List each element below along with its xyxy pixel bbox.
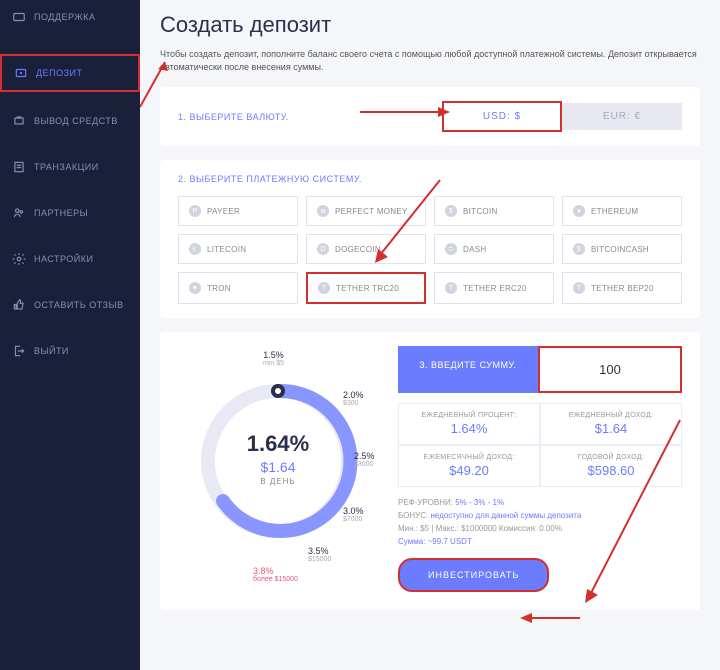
payment-icon: Ł <box>189 243 201 255</box>
payment-option[interactable]: T TETHER TRC20 <box>306 272 426 304</box>
payment-label: PAYEER <box>207 207 240 216</box>
payment-option[interactable]: ♥ TRON <box>178 272 298 304</box>
sidebar-item-withdraw[interactable]: ВЫВОД СРЕДСТВ <box>0 104 140 138</box>
payment-icon: ♦ <box>573 205 585 217</box>
deposit-details: РЕФ-УРОВНИ: 5% - 3% - 1% БОНУС: недоступ… <box>398 497 682 548</box>
stat-label: ЕЖЕДНЕВНЫЙ ПРОЦЕНТ: <box>407 412 531 419</box>
amount-label: 3. ВВЕДИТЕ СУММУ. <box>398 346 538 393</box>
payment-label: TETHER TRC20 <box>336 284 399 293</box>
payment-icon: $ <box>573 243 585 255</box>
sidebar-item-label: НАСТРОЙКИ <box>34 254 94 264</box>
payment-label: TRON <box>207 284 231 293</box>
thumbs-up-icon <box>12 298 26 312</box>
payment-option[interactable]: $ BITCOIN <box>434 196 554 226</box>
amount-input[interactable]: 100 <box>538 346 682 393</box>
payment-option[interactable]: ♦ ETHEREUM <box>562 196 682 226</box>
stat-label: ЕЖЕМЕСЯЧНЫЙ ДОХОД: <box>407 454 531 461</box>
transactions-icon <box>12 160 26 174</box>
payment-label: BITCOINCASH <box>591 245 649 254</box>
payment-option[interactable]: $ BITCOINCASH <box>562 234 682 264</box>
payment-icon: D <box>317 243 329 255</box>
payment-icon: T <box>318 282 330 294</box>
payment-icon: ♥ <box>189 282 201 294</box>
dial-tick: 3.8%более $15000 <box>253 566 298 583</box>
invest-button[interactable]: ИНВЕСТИРОВАТЬ <box>398 558 549 592</box>
payment-option[interactable]: м PERFECT MONEY <box>306 196 426 226</box>
sidebar-item-transactions[interactable]: ТРАНЗАКЦИИ <box>0 150 140 184</box>
page-description: Чтобы создать депозит, пополните баланс … <box>160 48 700 73</box>
payment-icon: T <box>573 282 585 294</box>
sidebar-item-logout[interactable]: ВЫЙТИ <box>0 334 140 368</box>
stat-cell: ЕЖЕДНЕВНЫЙ ДОХОД: $1.64 <box>540 403 682 445</box>
dial-tick: 3.0%$7000 <box>343 506 364 523</box>
sidebar-item-review[interactable]: ОСТАВИТЬ ОТЗЫВ <box>0 288 140 322</box>
withdraw-icon <box>12 114 26 128</box>
payment-label: TETHER ERC20 <box>463 284 527 293</box>
currency-usd-button[interactable]: USD: $ <box>442 101 562 132</box>
dial-tick: 2.0%$300 <box>343 390 364 407</box>
stat-cell: ЕЖЕДНЕВНЫЙ ПРОЦЕНТ: 1.64% <box>398 403 540 445</box>
payment-label: ETHEREUM <box>591 207 638 216</box>
payment-label: BITCOIN <box>463 207 498 216</box>
payment-label: DOGECOIN <box>335 245 381 254</box>
dial-amount: $1.64 <box>218 459 338 475</box>
dial-tick: 3.5%$15000 <box>308 546 331 563</box>
payment-icon: м <box>317 205 329 217</box>
sidebar-item-label: ПОДДЕРЖКА <box>34 12 95 22</box>
sidebar-item-deposit[interactable]: ДЕПОЗИТ <box>0 54 140 92</box>
stat-label: ЕЖЕДНЕВНЫЙ ДОХОД: <box>549 412 673 419</box>
payment-label: PERFECT MONEY <box>335 207 408 216</box>
payment-option[interactable]: T TETHER ERC20 <box>434 272 554 304</box>
dial-period: В ДЕНЬ <box>218 477 338 486</box>
stat-cell: ГОДОВОЙ ДОХОД: $598.60 <box>540 445 682 487</box>
stat-value: $1.64 <box>549 421 673 436</box>
support-icon <box>12 10 26 24</box>
stat-cell: ЕЖЕМЕСЯЧНЫЙ ДОХОД: $49.20 <box>398 445 540 487</box>
payment-label: LITECOIN <box>207 245 246 254</box>
payment-icon: $ <box>445 205 457 217</box>
deposit-icon <box>14 66 28 80</box>
payment-option[interactable]: Ł LITECOIN <box>178 234 298 264</box>
stat-label: ГОДОВОЙ ДОХОД: <box>549 454 673 461</box>
sidebar-item-label: ОСТАВИТЬ ОТЗЫВ <box>34 300 124 310</box>
stats-column: 3. ВВЕДИТЕ СУММУ. 100 ЕЖЕДНЕВНЫЙ ПРОЦЕНТ… <box>398 346 682 596</box>
currency-card: 1. ВЫБЕРИТЕ ВАЛЮТУ. USD: $ EUR: € <box>160 87 700 146</box>
partners-icon <box>12 206 26 220</box>
sidebar-item-support[interactable]: ПОДДЕРЖКА <box>0 0 140 34</box>
payment-icon: P <box>189 205 201 217</box>
currency-label: 1. ВЫБЕРИТЕ ВАЛЮТУ. <box>178 112 289 122</box>
sidebar-item-settings[interactable]: НАСТРОЙКИ <box>0 242 140 276</box>
dial-percent: 1.64% <box>218 431 338 457</box>
dial-tick: 1.5%min $5 <box>263 350 284 367</box>
stat-value: 1.64% <box>407 421 531 436</box>
page-title: Создать депозит <box>160 12 700 38</box>
payment-label: TETHER BEP20 <box>591 284 654 293</box>
sidebar-item-label: ПАРТНЕРЫ <box>34 208 88 218</box>
sidebar-item-label: ВЫЙТИ <box>34 346 69 356</box>
dial-tick: 2.5%$3000 <box>354 451 375 468</box>
annotation-arrow <box>520 612 580 624</box>
sidebar: ПОДДЕРЖКА ДЕПОЗИТ ВЫВОД СРЕДСТВ ТРАНЗАКЦ… <box>0 0 140 670</box>
payment-option[interactable]: P PAYEER <box>178 196 298 226</box>
payment-option[interactable]: ⊃ DASH <box>434 234 554 264</box>
payment-card: 2. ВЫБЕРИТЕ ПЛАТЕЖНУЮ СИСТЕМУ. PPAYEERмP… <box>160 160 700 318</box>
stat-value: $598.60 <box>549 463 673 478</box>
sidebar-item-label: ВЫВОД СРЕДСТВ <box>34 116 118 126</box>
payment-option[interactable]: D DOGECOIN <box>306 234 426 264</box>
sidebar-item-label: ДЕПОЗИТ <box>36 68 82 78</box>
payment-label: DASH <box>463 245 486 254</box>
payment-label: 2. ВЫБЕРИТЕ ПЛАТЕЖНУЮ СИСТЕМУ. <box>178 174 682 184</box>
payment-icon: T <box>445 282 457 294</box>
payment-option[interactable]: T TETHER BEP20 <box>562 272 682 304</box>
stat-value: $49.20 <box>407 463 531 478</box>
dial-column: 1.64% $1.64 В ДЕНЬ 1.5%min $5 2.0%$300 2… <box>178 346 378 596</box>
sidebar-item-label: ТРАНЗАКЦИИ <box>34 162 99 172</box>
gear-icon <box>12 252 26 266</box>
sidebar-item-partners[interactable]: ПАРТНЕРЫ <box>0 196 140 230</box>
main-content: Создать депозит Чтобы создать депозит, п… <box>140 0 720 670</box>
logout-icon <box>12 344 26 358</box>
currency-eur-button[interactable]: EUR: € <box>562 103 682 130</box>
deposit-card: 1.64% $1.64 В ДЕНЬ 1.5%min $5 2.0%$300 2… <box>160 332 700 610</box>
payment-icon: ⊃ <box>445 243 457 255</box>
